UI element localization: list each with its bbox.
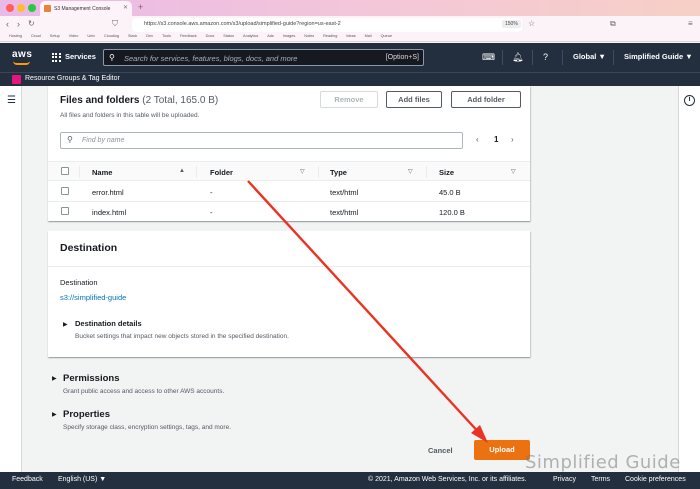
annotation-arrow bbox=[247, 180, 488, 443]
language-selector[interactable]: English (US) ▼ bbox=[58, 476, 106, 483]
feedback-link[interactable]: Feedback bbox=[12, 476, 43, 483]
watermark: Simplified Guide bbox=[525, 452, 681, 473]
annotation-arrow-line bbox=[247, 180, 483, 437]
privacy-link[interactable]: Privacy bbox=[553, 476, 576, 483]
terms-link[interactable]: Terms bbox=[591, 476, 610, 483]
footer: Feedback English (US) ▼ © 2021, Amazon W… bbox=[0, 472, 700, 489]
cookie-preferences-link[interactable]: Cookie preferences bbox=[625, 476, 686, 483]
copyright-text: © 2021, Amazon Web Services, Inc. or its… bbox=[368, 476, 527, 483]
